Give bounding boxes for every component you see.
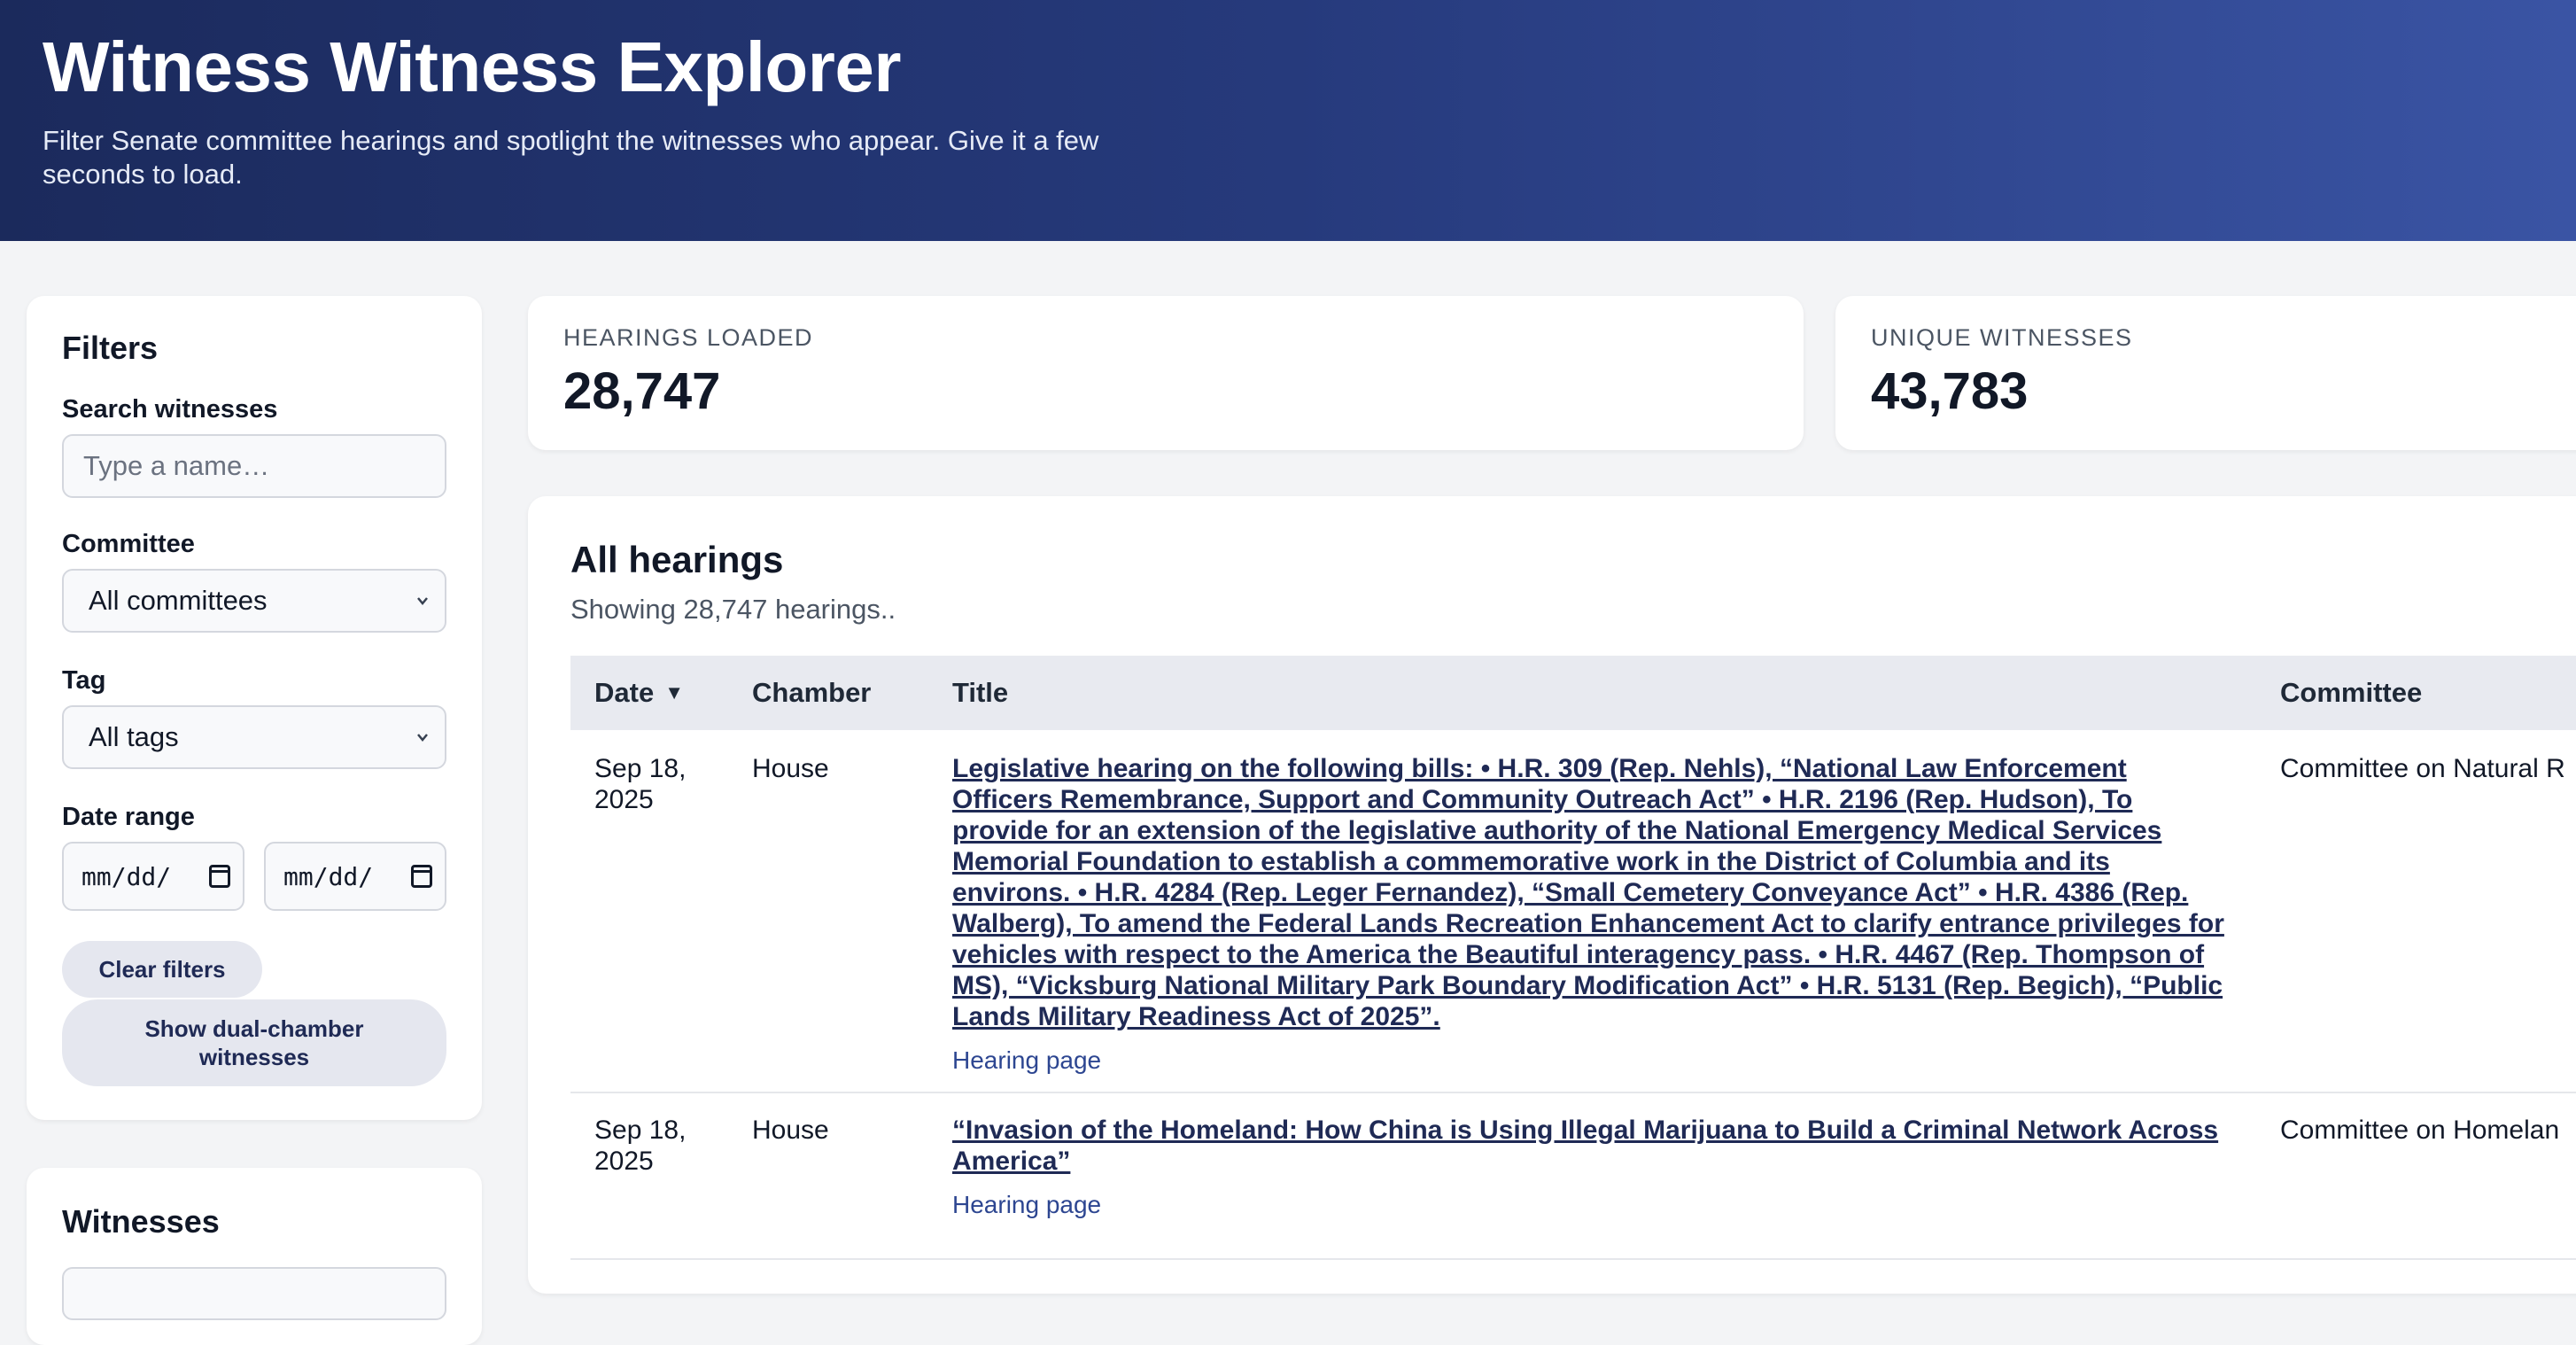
- chevron-down-icon: [413, 725, 432, 750]
- table-row: Sep 18, 2025 House Legislative hearing o…: [570, 730, 2576, 1093]
- witnesses-search-input[interactable]: [62, 1267, 446, 1320]
- hearings-count: Showing 28,747 hearings..: [570, 594, 896, 625]
- date-end-input[interactable]: mm/dd/: [264, 842, 446, 911]
- row-committee: Committee on Homelan: [2280, 1116, 2560, 1145]
- stat-value: 28,747: [563, 362, 721, 420]
- search-witnesses-label: Search witnesses: [62, 395, 278, 424]
- row-title: “Invasion of the Homeland: How China is …: [952, 1115, 2228, 1220]
- table-row: Sep 18, 2025 House “Invasion of the Home…: [570, 1092, 2576, 1260]
- tag-select[interactable]: All tags: [62, 705, 446, 769]
- column-header-date-label: Date: [594, 677, 655, 708]
- row-chamber: House: [752, 1116, 829, 1145]
- clear-filters-button[interactable]: Clear filters: [62, 941, 262, 998]
- date-start-placeholder: mm/dd/: [81, 861, 172, 891]
- row-date: Sep 18, 2025: [594, 754, 687, 814]
- search-placeholder: Type a name…: [83, 450, 270, 481]
- column-header-chamber[interactable]: Chamber: [752, 677, 871, 709]
- filters-heading: Filters: [62, 330, 159, 366]
- witnesses-panel: Witnesses: [27, 1168, 482, 1345]
- row-chamber: House: [752, 754, 829, 783]
- hearing-page-link[interactable]: Hearing page: [952, 1189, 2228, 1220]
- page-header: Witness Witness Explorer Filter Senate c…: [0, 0, 2576, 241]
- date-end-placeholder: mm/dd/: [283, 861, 374, 891]
- dual-chamber-button[interactable]: Show dual-chamber witnesses: [62, 999, 446, 1086]
- page-title: Witness Witness Explorer: [43, 27, 902, 106]
- hearing-title-link[interactable]: Legislative hearing on the following bil…: [952, 754, 2224, 1031]
- stat-card-hearings: HEARINGS LOADED 28,747: [528, 296, 1804, 450]
- table-header: Date ▼ Chamber Title Committee: [570, 656, 2576, 730]
- calendar-icon[interactable]: [209, 865, 230, 888]
- hearings-panel: All hearings Showing 28,747 hearings.. D…: [528, 496, 2576, 1294]
- hearings-heading: All hearings: [570, 539, 784, 580]
- column-header-date[interactable]: Date ▼: [594, 677, 684, 709]
- committee-select-value: All committees: [89, 585, 268, 616]
- tag-label: Tag: [62, 666, 106, 695]
- row-title: Legislative hearing on the following bil…: [952, 753, 2228, 1076]
- committee-label: Committee: [62, 530, 195, 558]
- column-header-title[interactable]: Title: [952, 677, 1008, 709]
- hearing-title-link[interactable]: “Invasion of the Homeland: How China is …: [952, 1116, 2218, 1176]
- column-header-committee[interactable]: Committee: [2280, 677, 2422, 709]
- filters-panel: Filters Search witnesses Type a name… Co…: [27, 296, 482, 1120]
- committee-select[interactable]: All committees: [62, 569, 446, 633]
- stat-card-witnesses: UNIQUE WITNESSES 43,783: [1835, 296, 2576, 450]
- page-subtitle: Filter Senate committee hearings and spo…: [43, 125, 1099, 190]
- row-date: Sep 18, 2025: [594, 1116, 687, 1176]
- witnesses-heading: Witnesses: [62, 1203, 220, 1240]
- calendar-icon[interactable]: [411, 865, 432, 888]
- date-start-input[interactable]: mm/dd/: [62, 842, 244, 911]
- stat-value: 43,783: [1871, 362, 2029, 420]
- row-committee: Committee on Natural R: [2280, 754, 2565, 783]
- hearing-page-link[interactable]: Hearing page: [952, 1045, 2228, 1076]
- date-range-label: Date range: [62, 803, 195, 831]
- stat-label: UNIQUE WITNESSES: [1871, 324, 2133, 351]
- tag-select-value: All tags: [89, 721, 179, 752]
- chevron-down-icon: [413, 588, 432, 613]
- stat-label: HEARINGS LOADED: [563, 324, 814, 351]
- search-witnesses-input[interactable]: Type a name…: [62, 434, 446, 498]
- sort-descending-icon: ▼: [664, 681, 684, 704]
